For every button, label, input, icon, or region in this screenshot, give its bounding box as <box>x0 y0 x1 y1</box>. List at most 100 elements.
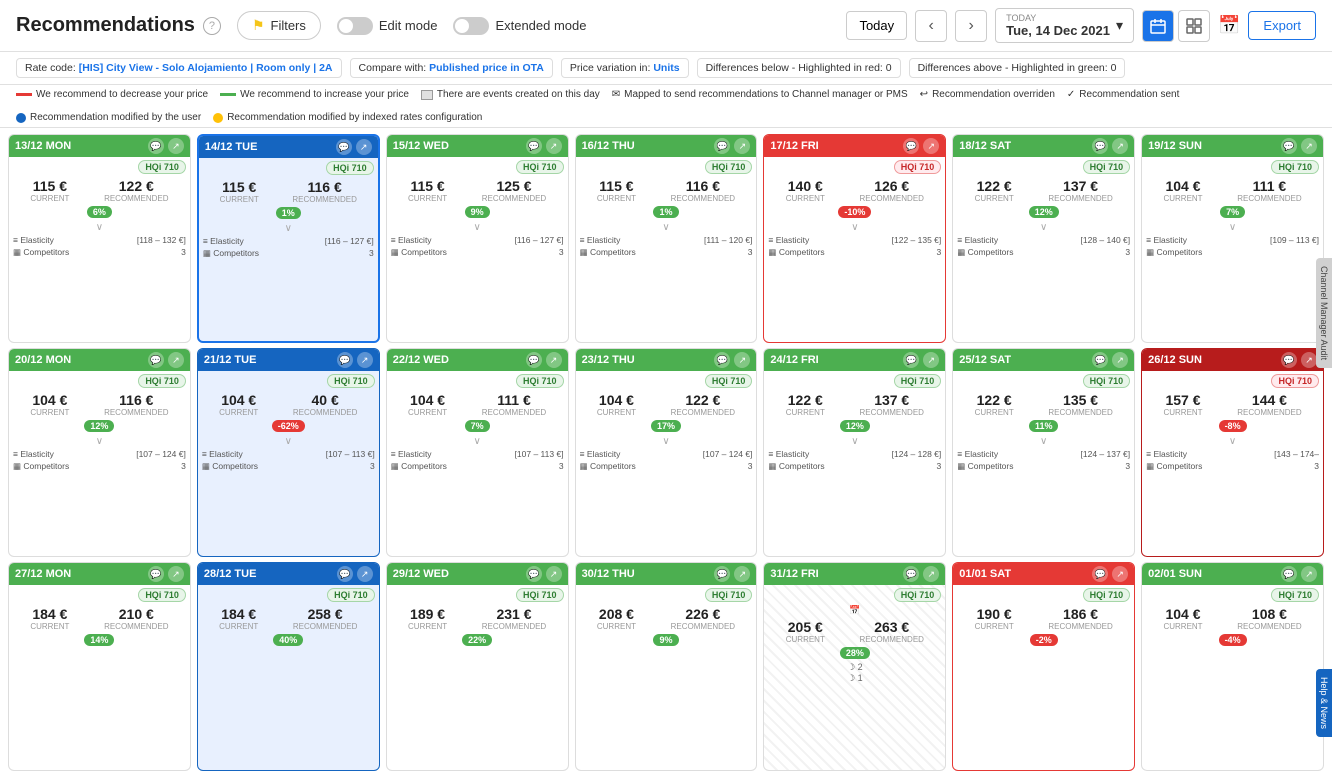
trend-icon-1912[interactable]: ↗ <box>1301 138 1317 154</box>
price-recommended-lbl-2612: RECOMMENDED <box>1237 408 1301 417</box>
trend-icon-2112[interactable]: ↗ <box>357 352 373 368</box>
expand-1612[interactable]: ∨ <box>576 221 757 234</box>
price-recommended-2312: 122 € RECOMMENDED <box>671 392 735 417</box>
price-recommended-val-1712: 126 € <box>859 178 923 194</box>
price-current-val-2612: 157 € <box>1163 392 1202 408</box>
elasticity-1612: ≡ Elasticity [111 – 120 €] <box>576 234 757 246</box>
expand-2612[interactable]: ∨ <box>1142 435 1323 448</box>
expand-2012[interactable]: ∨ <box>9 435 190 448</box>
trend-icon-2512[interactable]: ↗ <box>1112 352 1128 368</box>
trend-icon-0201[interactable]: ↗ <box>1301 566 1317 582</box>
comment-icon-2612[interactable]: 💬 <box>1281 352 1297 368</box>
grid-view-button[interactable] <box>1178 10 1210 42</box>
channel-manager-panel[interactable]: Channel Manager Audit <box>1316 258 1332 368</box>
elasticity-1912: ≡ Elasticity [109 – 113 €] <box>1142 234 1323 246</box>
price-current-lbl-1213: CURRENT <box>30 194 69 203</box>
export-button[interactable]: Export <box>1248 11 1316 40</box>
trend-icon-2712[interactable]: ↗ <box>168 566 184 582</box>
hqi-badge-2312: HQi 710 <box>705 374 753 388</box>
comment-icon-2312[interactable]: 💬 <box>714 352 730 368</box>
expand-2312[interactable]: ∨ <box>576 435 757 448</box>
today-button[interactable]: Today <box>846 11 907 40</box>
comment-icon-2112[interactable]: 💬 <box>337 352 353 368</box>
comment-icon-1213[interactable]: 💬 <box>148 138 164 154</box>
expand-1512[interactable]: ∨ <box>387 221 568 234</box>
price-recommended-1812: 137 € RECOMMENDED <box>1048 178 1112 203</box>
comment-icon-3012[interactable]: 💬 <box>714 566 730 582</box>
trend-icon-2212[interactable]: ↗ <box>546 352 562 368</box>
comment-icon-1512[interactable]: 💬 <box>526 138 542 154</box>
prev-button[interactable]: ‹ <box>915 10 947 42</box>
trend-icon-2812[interactable]: ↗ <box>357 566 373 582</box>
competitors-val-1612: 3 <box>748 247 753 258</box>
expand-2112[interactable]: ∨ <box>198 435 379 448</box>
expand-2412[interactable]: ∨ <box>764 435 945 448</box>
trend-icon-1412[interactable]: ↗ <box>356 139 372 155</box>
day-icons-2512: 💬 ↗ <box>1092 352 1128 368</box>
expand-2512[interactable]: ∨ <box>953 435 1134 448</box>
comment-icon-2512[interactable]: 💬 <box>1092 352 1108 368</box>
extended-mode-toggle[interactable] <box>453 17 489 35</box>
comment-icon-1612[interactable]: 💬 <box>714 138 730 154</box>
day-header-1812: 18/12 SAT 💬 ↗ <box>953 135 1134 157</box>
price-current-val-1912: 104 € <box>1163 178 1202 194</box>
comment-icon-1712[interactable]: 💬 <box>903 138 919 154</box>
help-news-panel[interactable]: Help & News <box>1316 669 1332 737</box>
trend-icon-1712[interactable]: ↗ <box>923 138 939 154</box>
next-button[interactable]: › <box>955 10 987 42</box>
comment-icon-2712[interactable]: 💬 <box>148 566 164 582</box>
comment-icon-1912[interactable]: 💬 <box>1281 138 1297 154</box>
comment-icon-2212[interactable]: 💬 <box>526 352 542 368</box>
elasticity-val-2512: [124 – 137 €] <box>1081 449 1131 459</box>
comment-icon-0201[interactable]: 💬 <box>1281 566 1297 582</box>
edit-mode-toggle[interactable] <box>337 17 373 35</box>
trend-icon-3112[interactable]: ↗ <box>923 566 939 582</box>
elasticity-val-2612: [143 – 174– <box>1274 449 1319 459</box>
cal-icon[interactable]: 📅 <box>1218 15 1240 36</box>
trend-icon-1612[interactable]: ↗ <box>734 138 750 154</box>
comment-icon-0101[interactable]: 💬 <box>1092 566 1108 582</box>
trend-icon-2012[interactable]: ↗ <box>168 352 184 368</box>
price-current-1912: 104 € CURRENT <box>1163 178 1202 203</box>
trend-icon-2412[interactable]: ↗ <box>923 352 939 368</box>
comment-icon-2012[interactable]: 💬 <box>148 352 164 368</box>
comment-icon-3112[interactable]: 💬 <box>903 566 919 582</box>
date-picker[interactable]: TODAY Tue, 14 Dec 2021 ▾ <box>995 8 1134 43</box>
hqi-badge-1812: HQi 710 <box>1083 160 1131 174</box>
comment-icon-2812[interactable]: 💬 <box>337 566 353 582</box>
comment-icon-2412[interactable]: 💬 <box>903 352 919 368</box>
expand-1812[interactable]: ∨ <box>953 221 1134 234</box>
trend-icon-2312[interactable]: ↗ <box>734 352 750 368</box>
trend-icon-2912[interactable]: ↗ <box>546 566 562 582</box>
legend-indexed-dot <box>213 113 223 123</box>
comment-icon-2912[interactable]: 💬 <box>526 566 542 582</box>
comment-icon-1812[interactable]: 💬 <box>1092 138 1108 154</box>
expand-1712[interactable]: ∨ <box>764 221 945 234</box>
expand-1213[interactable]: ∨ <box>9 221 190 234</box>
hqi-wrap-3112: HQi 710 <box>764 585 945 604</box>
expand-2212[interactable]: ∨ <box>387 435 568 448</box>
prices-1912: 104 € CURRENT 111 € RECOMMENDED <box>1142 176 1323 205</box>
elasticity-val-2012: [107 – 124 €] <box>136 449 186 459</box>
trend-icon-2612[interactable]: ↗ <box>1301 352 1317 368</box>
expand-1412[interactable]: ∨ <box>199 222 378 235</box>
legend-user-modified: Recommendation modified by the user <box>16 112 201 123</box>
expand-1912[interactable]: ∨ <box>1142 221 1323 234</box>
trend-icon-1512[interactable]: ↗ <box>546 138 562 154</box>
page: Recommendations ? ⚑ Filters Edit mode Ex… <box>0 0 1332 777</box>
day-name-2512: 25/12 SAT <box>959 354 1011 366</box>
trend-icon-1213[interactable]: ↗ <box>168 138 184 154</box>
calendar-view-button[interactable] <box>1142 10 1174 42</box>
comment-icon-1412[interactable]: 💬 <box>336 139 352 155</box>
price-current-1712: 140 € CURRENT <box>786 178 825 203</box>
help-icon[interactable]: ? <box>203 17 221 35</box>
trend-icon-1812[interactable]: ↗ <box>1112 138 1128 154</box>
pct-badge-2912: 22% <box>462 634 492 646</box>
trend-icon-3012[interactable]: ↗ <box>734 566 750 582</box>
day-name-0101: 01/01 SAT <box>959 568 1011 580</box>
price-recommended-lbl-2212: RECOMMENDED <box>482 408 546 417</box>
trend-icon-0101[interactable]: ↗ <box>1112 566 1128 582</box>
hqi-wrap-2212: HQi 710 <box>387 371 568 390</box>
filter-button[interactable]: ⚑ Filters <box>237 11 321 40</box>
price-current-1512: 115 € CURRENT <box>408 178 447 203</box>
